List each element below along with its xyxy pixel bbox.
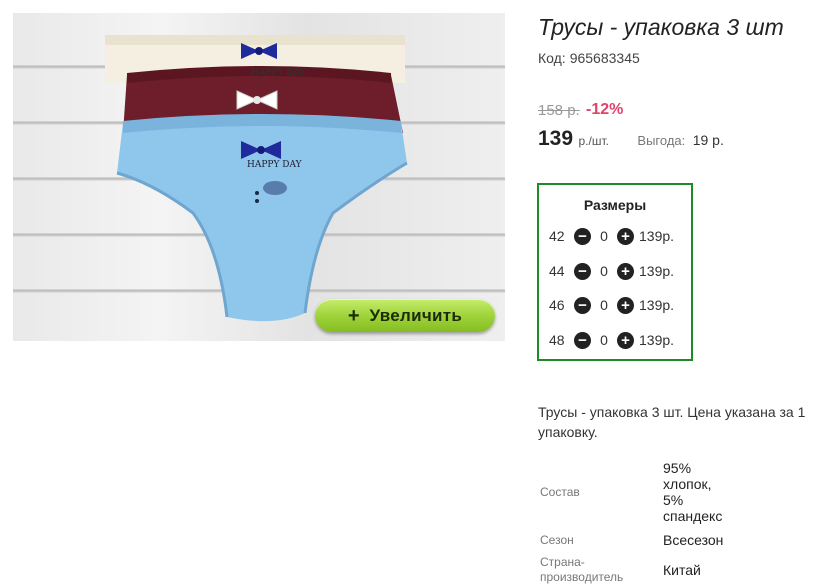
old-price: 158 р. bbox=[538, 102, 580, 119]
plus-icon[interactable]: + bbox=[617, 262, 634, 280]
spec-country-value: Китай bbox=[663, 562, 701, 578]
minus-icon[interactable]: − bbox=[574, 331, 591, 349]
product-code-label: Код: bbox=[538, 50, 566, 66]
savings-value: 19 р. bbox=[692, 132, 724, 148]
discount-badge: -12% bbox=[586, 101, 624, 118]
product-code-value: 965683345 bbox=[569, 50, 640, 66]
print-text-cream: HAPPY DAY bbox=[251, 68, 307, 78]
spec-country-label: Страна-производитель bbox=[540, 555, 624, 584]
plus-icon: + bbox=[347, 304, 360, 327]
price-unit: р./шт. bbox=[578, 134, 609, 148]
product-image[interactable]: HAPPY DAY HAPPY DAY + Увеличить bbox=[13, 13, 505, 341]
spec-composition-value: 95% хлопок, 5% спандекс bbox=[663, 460, 723, 524]
size-label: 46 bbox=[549, 297, 565, 313]
minus-icon[interactable]: − bbox=[574, 227, 591, 245]
sizes-title: Размеры bbox=[583, 197, 647, 213]
current-price: 139 bbox=[538, 127, 574, 150]
zoom-button[interactable]: + Увеличить bbox=[315, 299, 495, 332]
minus-icon[interactable]: − bbox=[574, 262, 591, 280]
savings-label: Выгода: bbox=[637, 133, 686, 148]
quantity-value[interactable]: 0 bbox=[591, 332, 617, 348]
product-photo-illustration: HAPPY DAY HAPPY DAY bbox=[105, 35, 408, 322]
size-label: 44 bbox=[549, 263, 565, 279]
size-price: 139р. bbox=[639, 332, 675, 348]
zoom-button-label: Увеличить bbox=[369, 305, 463, 325]
sizes-panel: Размеры 42 − 0 + 139р. 44 − 0 + 139р. 46… bbox=[537, 183, 693, 361]
print-text-blue: HAPPY DAY bbox=[247, 160, 303, 170]
product-description: Трусы - упаковка 3 шт. Цена указана за 1… bbox=[538, 404, 806, 440]
size-label: 48 bbox=[549, 332, 565, 348]
spec-season-label: Сезон bbox=[540, 533, 574, 547]
size-price: 139р. bbox=[639, 228, 675, 244]
price-row: 139 р./шт. Выгода: 19 р. bbox=[538, 127, 724, 151]
size-row: 44 − 0 + 139р. bbox=[539, 261, 674, 281]
size-price: 139р. bbox=[639, 297, 675, 313]
spec-season-value: Всесезон bbox=[663, 532, 724, 548]
plus-icon[interactable]: + bbox=[617, 227, 634, 245]
plus-icon[interactable]: + bbox=[617, 331, 634, 349]
spec-composition-label: Состав bbox=[540, 485, 580, 499]
size-price: 139р. bbox=[639, 263, 675, 279]
product-code: Код: 965683345 bbox=[538, 50, 640, 66]
product-title: Трусы - упаковка 3 шт bbox=[538, 14, 784, 40]
minus-icon[interactable]: − bbox=[574, 296, 591, 314]
size-label: 42 bbox=[549, 228, 565, 244]
size-row: 48 − 0 + 139р. bbox=[539, 330, 674, 350]
quantity-value[interactable]: 0 bbox=[591, 263, 617, 279]
quantity-value[interactable]: 0 bbox=[591, 228, 617, 244]
plus-icon[interactable]: + bbox=[617, 296, 634, 314]
size-row: 46 − 0 + 139р. bbox=[539, 295, 674, 315]
quantity-value[interactable]: 0 bbox=[591, 297, 617, 313]
size-row: 42 − 0 + 139р. bbox=[539, 226, 674, 246]
